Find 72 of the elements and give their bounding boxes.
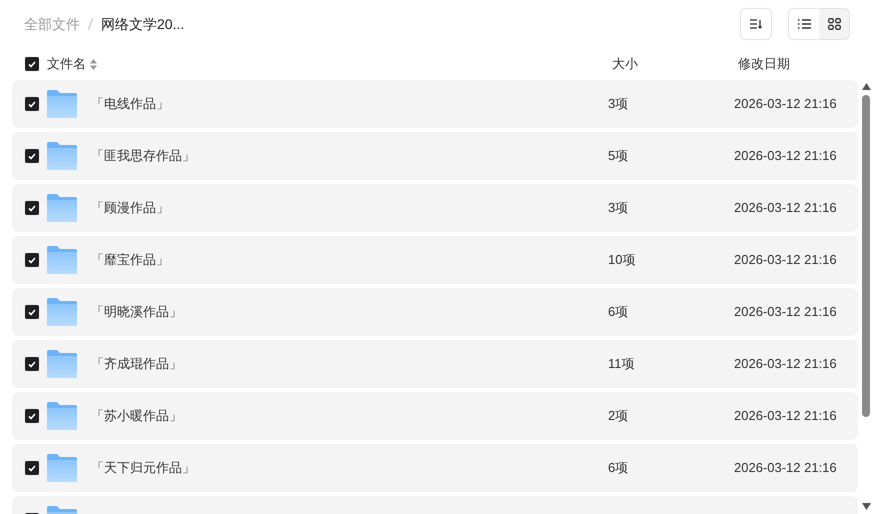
item-count: 3项 <box>608 199 630 218</box>
modified-date: 2026-03-12 21:16 <box>734 251 838 270</box>
breadcrumb-separator-icon <box>88 18 93 30</box>
folder-name[interactable]: 「齐成琨作品」 <box>91 354 182 374</box>
item-count: 5项 <box>608 147 630 166</box>
item-count: 3项 <box>608 95 630 114</box>
checkbox[interactable] <box>25 409 39 423</box>
folder-name[interactable]: 「匪我思存作品」 <box>91 146 195 166</box>
check-icon <box>28 412 36 420</box>
modified-date: 2026-03-12 21:16 <box>734 95 838 114</box>
folder-name[interactable]: 「电线作品」 <box>91 94 169 114</box>
folder-name[interactable]: 「明晓溪作品」 <box>91 302 182 322</box>
folder-icon <box>47 90 77 118</box>
checkbox[interactable] <box>25 253 39 267</box>
folder-icon <box>47 246 77 274</box>
checkbox[interactable] <box>25 57 39 71</box>
list-view-button[interactable] <box>789 9 819 39</box>
checkbox[interactable] <box>25 461 39 475</box>
checkbox[interactable] <box>25 201 39 215</box>
modified-date: 2026-03-12 21:16 <box>734 355 838 374</box>
folder-icon <box>47 402 77 430</box>
folder-row[interactable]: 「靡宝作品」 10项 2026-03-12 21:16 <box>12 236 858 284</box>
check-icon <box>28 308 36 316</box>
checkbox[interactable] <box>25 97 39 111</box>
folder-icon <box>47 454 77 482</box>
folder-row[interactable]: 「顾漫作品」 3项 2026-03-12 21:16 <box>12 184 858 232</box>
modified-date: 2026-03-12 21:16 <box>734 459 838 478</box>
item-count: 2项 <box>608 407 630 426</box>
check-icon <box>28 152 36 160</box>
item-count: 11项 <box>608 355 636 374</box>
item-count: 6项 <box>608 303 630 322</box>
check-icon <box>28 204 36 212</box>
item-count: 6项 <box>608 459 630 478</box>
breadcrumb-current[interactable]: 网络文学20... <box>101 14 184 34</box>
sort-button[interactable] <box>740 8 772 40</box>
check-icon <box>28 464 36 472</box>
folder-name[interactable]: 「苏小暖作品」 <box>91 406 182 426</box>
modified-date: 2026-03-12 21:16 <box>734 147 838 166</box>
sort-icon[interactable] <box>90 58 97 70</box>
folder-icon <box>47 142 77 170</box>
modified-date: 2026-03-12 21:16 <box>734 199 838 218</box>
check-icon <box>28 360 36 368</box>
folder-row[interactable]: 「电线作品」 3项 2026-03-12 21:16 <box>12 80 858 128</box>
folder-row[interactable]: 「齐成琨作品」 11项 2026-03-12 21:16 <box>12 340 858 388</box>
folder-icon <box>47 194 77 222</box>
folder-row[interactable]: 「天下归元作品」 6项 2026-03-12 21:16 <box>12 444 858 492</box>
grid-icon <box>828 18 840 30</box>
folder-name[interactable]: 「天下归元作品」 <box>91 458 195 478</box>
sort-icon <box>749 18 763 30</box>
column-header: 大小 <box>612 55 639 74</box>
check-icon <box>28 60 36 68</box>
checkbox[interactable] <box>25 357 39 371</box>
item-count: 10项 <box>608 251 636 270</box>
checkbox[interactable] <box>25 305 39 319</box>
list-icon <box>798 19 810 29</box>
folder-row[interactable]: 「苏小暖作品」 2项 2026-03-12 21:16 <box>12 392 858 440</box>
column-header[interactable]: 文件名 <box>47 54 86 74</box>
scrollbar-thumb[interactable] <box>862 95 870 417</box>
scroll-up-icon[interactable] <box>862 83 870 90</box>
check-icon <box>28 256 36 264</box>
folder-icon <box>47 350 77 378</box>
folder-row[interactable]: 「明晓溪作品」 6项 2026-03-12 21:16 <box>12 288 858 336</box>
column-header: 修改日期 <box>738 55 791 74</box>
folder-icon <box>47 298 77 326</box>
check-icon <box>28 100 36 108</box>
modified-date: 2026-03-12 21:16 <box>734 303 838 322</box>
scroll-down-icon[interactable] <box>862 503 870 510</box>
folder-name[interactable]: 「靡宝作品」 <box>91 250 169 270</box>
modified-date: 2026-03-12 21:16 <box>734 407 838 426</box>
folder-row[interactable]: 「匪我思存作品」 5项 2026-03-12 21:16 <box>12 132 858 180</box>
checkbox[interactable] <box>25 149 39 163</box>
folder-name[interactable]: 「顾漫作品」 <box>91 198 169 218</box>
